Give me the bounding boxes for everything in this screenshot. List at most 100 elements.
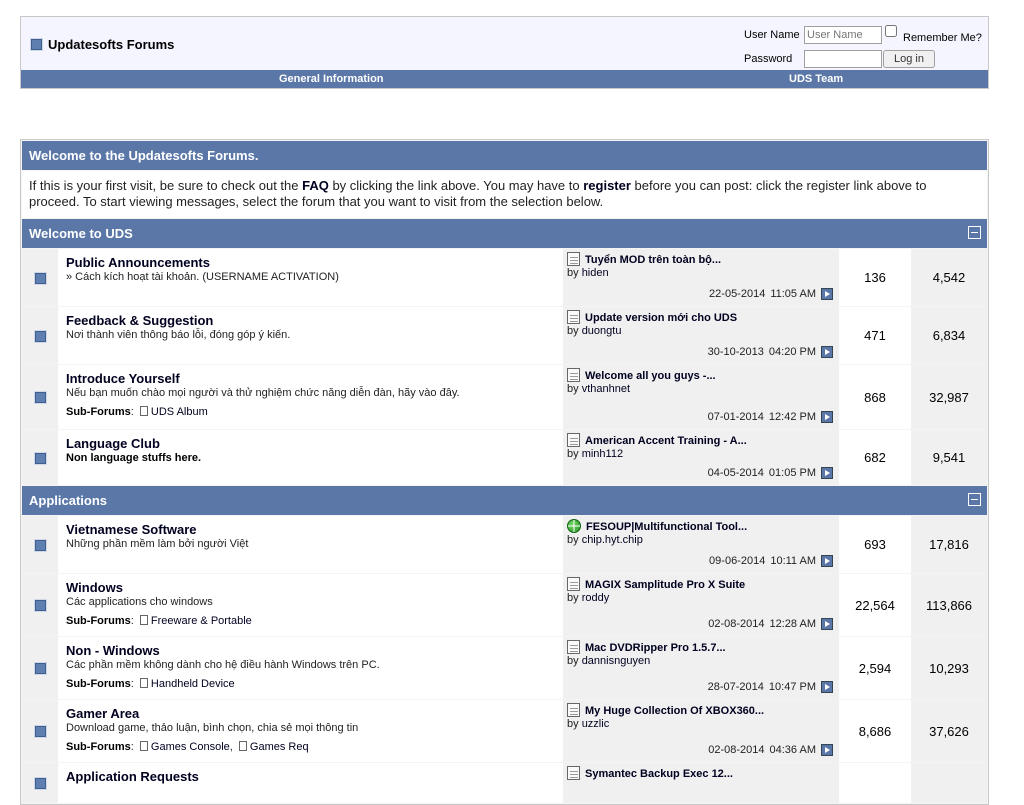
last-post-user-link[interactable]: minh112 [582, 448, 623, 460]
last-post-date: 22-05-2014 11:05 AM [709, 288, 833, 300]
go-to-last-post-icon[interactable] [821, 346, 833, 358]
subforum-link[interactable]: UDS Album [151, 406, 208, 418]
thread-icon [567, 640, 580, 654]
last-post-user-link[interactable]: chip.hyt.chip [582, 534, 643, 546]
forum-info-cell: Public Announcements» Cách kích hoạt tài… [59, 249, 562, 306]
forum-status-cell [22, 516, 58, 573]
subforum-link[interactable]: Freeware & Portable [151, 615, 252, 627]
last-post-title-link[interactable]: American Accent Training - A... [585, 435, 747, 447]
post-count: 6,834 [911, 307, 987, 364]
last-post-time: 04:20 PM [768, 346, 816, 358]
login-form: User Name Remember Me? Password Log in [744, 21, 984, 71]
forum-description: Các applications cho windows [66, 596, 213, 608]
thread-count: 471 [840, 307, 910, 364]
go-to-last-post-icon[interactable] [821, 411, 833, 423]
last-post-user-link[interactable]: roddy [582, 592, 610, 604]
post-count: 10,293 [911, 637, 987, 699]
last-post-cell: MAGIX Samplitude Pro X Suite by roddy 02-0… [563, 574, 839, 636]
category-title[interactable]: Applications [29, 493, 107, 508]
category-title[interactable]: Welcome to UDS [29, 226, 133, 241]
subforum-link[interactable]: Games Req [250, 741, 309, 753]
nav-general-information[interactable]: General Information [279, 73, 384, 85]
faq-link[interactable]: FAQ [302, 178, 329, 193]
forum-title-link[interactable]: Application Requests [66, 769, 199, 784]
last-post-user-link[interactable]: dannisnguyen [582, 655, 651, 667]
post-count: 32,987 [911, 365, 987, 429]
forum-title-link[interactable]: Windows [66, 580, 123, 595]
site-title[interactable]: Updatesofts Forums [30, 37, 174, 52]
last-post-user-link[interactable]: hiden [582, 267, 609, 279]
forum-title-link[interactable]: Vietnamese Software [66, 522, 197, 537]
last-post-title-link[interactable]: Symantec Backup Exec 12... [585, 768, 733, 780]
last-post-cell: Mac DVDRipper Pro 1.5.7... by dannisnguye… [563, 637, 839, 699]
last-post-author: by hiden [567, 267, 835, 279]
go-to-last-post-icon[interactable] [821, 467, 833, 479]
forum-title-link[interactable]: Gamer Area [66, 706, 139, 721]
thread-count: 682 [840, 430, 910, 485]
welcome-message: If this is your first visit, be sure to … [22, 171, 987, 218]
by-label: by [567, 655, 579, 667]
subforums: Sub-Forums: UDS Album [66, 406, 208, 418]
go-to-last-post-icon[interactable] [821, 555, 833, 567]
username-input[interactable] [804, 26, 882, 44]
last-post-title-link[interactable]: My Huge Collection Of XBOX360... [585, 705, 764, 717]
last-post-date: 07-01-2014 12:42 PM [708, 411, 833, 423]
last-post-title-link[interactable]: Mac DVDRipper Pro 1.5.7... [585, 642, 726, 654]
last-post-date: 04-05-2014 01:05 PM [708, 467, 833, 479]
thread-icon [567, 310, 580, 324]
last-post-user-link[interactable]: uzzlic [582, 718, 610, 730]
site-title-text[interactable]: Updatesofts Forums [48, 37, 174, 52]
collapse-icon[interactable] [968, 493, 981, 506]
collapse-icon[interactable] [968, 226, 981, 239]
subforums-label: Sub-Forums [66, 678, 131, 690]
login-button[interactable]: Log in [883, 50, 935, 68]
by-label: by [567, 383, 579, 395]
last-post-date: 28-07-2014 10:47 PM [708, 681, 833, 693]
forum-status-cell [22, 365, 58, 429]
forum-description: Download game, thảo luận, bình chọn, chi… [66, 722, 359, 734]
subforum-icon [139, 741, 148, 751]
last-post-title-link[interactable]: Welcome all you guys -... [585, 370, 716, 382]
last-post-title-link[interactable]: MAGIX Samplitude Pro X Suite [585, 579, 745, 591]
last-post-title-link[interactable]: Update version mới cho UDS [585, 312, 737, 324]
go-to-last-post-icon[interactable] [821, 681, 833, 693]
last-post-user-link[interactable]: vthanhnet [582, 383, 630, 395]
last-post-date: 09-06-2014 10:11 AM [709, 555, 833, 567]
last-post-title-link[interactable]: FESOUP|Multifunctional Tool... [586, 521, 747, 533]
forum-title-link[interactable]: Public Announcements [66, 255, 210, 270]
forum-status-icon [34, 662, 47, 675]
last-post-cell: FESOUP|Multifunctional Tool... by chip.hy… [563, 516, 839, 573]
subforum-link[interactable]: Handheld Device [151, 678, 235, 690]
password-input[interactable] [804, 50, 882, 68]
last-post-author: by minh112 [567, 448, 835, 460]
go-to-last-post-icon[interactable] [821, 288, 833, 300]
forum-status-cell [22, 430, 58, 485]
subforum-link[interactable]: Games Console [151, 741, 230, 753]
go-to-last-post-icon[interactable] [821, 618, 833, 630]
last-post-author: by duongtu [567, 325, 835, 337]
by-label: by [567, 448, 579, 460]
go-to-last-post-icon[interactable] [821, 744, 833, 756]
category-header[interactable]: Welcome to UDS [22, 219, 987, 248]
forum-list: Welcome to the Updatesofts Forums. If th… [20, 139, 989, 805]
last-post-time: 11:05 AM [770, 288, 816, 300]
forum-row: Non - Windows Các phần mềm không dành cho… [22, 637, 987, 699]
subforum-icon [139, 406, 148, 416]
forum-description: Nơi thành viên thông báo lỗi, đóng góp ý… [66, 329, 291, 341]
category-header[interactable]: Applications [22, 486, 987, 515]
last-post-date: 02-08-2014 12:28 AM [708, 618, 833, 630]
by-label: by [567, 267, 579, 279]
last-post-title-link[interactable]: Tuyển MOD trên toàn bộ... [585, 254, 721, 266]
last-post-author: by roddy [567, 592, 835, 604]
last-post-user-link[interactable]: duongtu [582, 325, 622, 337]
forum-title-link[interactable]: Non - Windows [66, 643, 160, 658]
remember-me-checkbox[interactable] [885, 25, 897, 37]
forum-title-link[interactable]: Feedback & Suggestion [66, 313, 213, 328]
register-link[interactable]: register [583, 178, 631, 193]
remember-me-label[interactable]: Remember Me? [903, 32, 982, 44]
forum-title-link[interactable]: Introduce Yourself [66, 371, 180, 386]
last-post-cell: Welcome all you guys -... by vthanhnet 07-… [563, 365, 839, 429]
thread-icon [567, 433, 580, 447]
forum-title-link[interactable]: Language Club [66, 436, 160, 451]
nav-uds-team[interactable]: UDS Team [789, 73, 843, 85]
